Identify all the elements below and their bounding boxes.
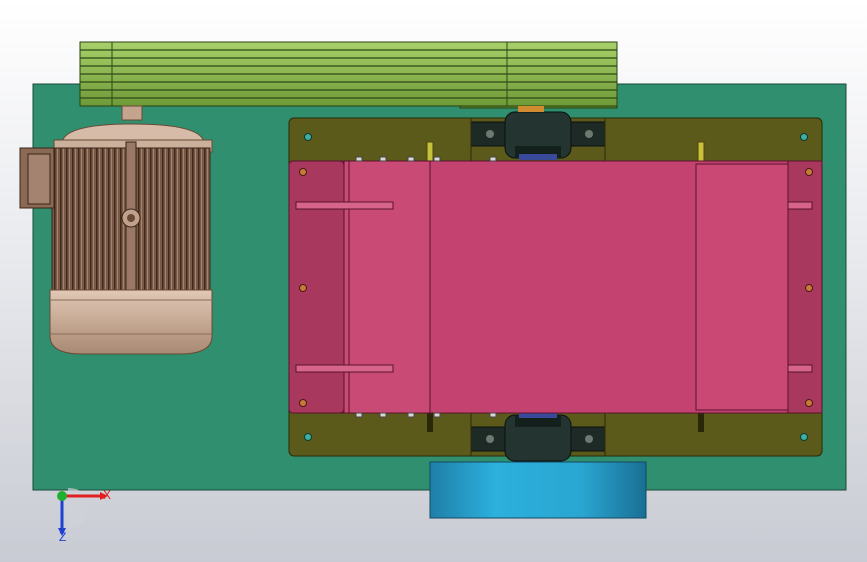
3d-viewport[interactable]: X Z [0, 0, 867, 562]
coordinate-triad [57, 488, 108, 536]
assembly-model[interactable] [0, 0, 867, 562]
x-axis-label: X [103, 488, 112, 502]
z-axis-label: Z [59, 530, 67, 544]
drive-belt-upper[interactable] [79, 41, 618, 112]
flywheel-lower[interactable] [429, 461, 647, 519]
crusher-housing[interactable] [288, 156, 823, 418]
